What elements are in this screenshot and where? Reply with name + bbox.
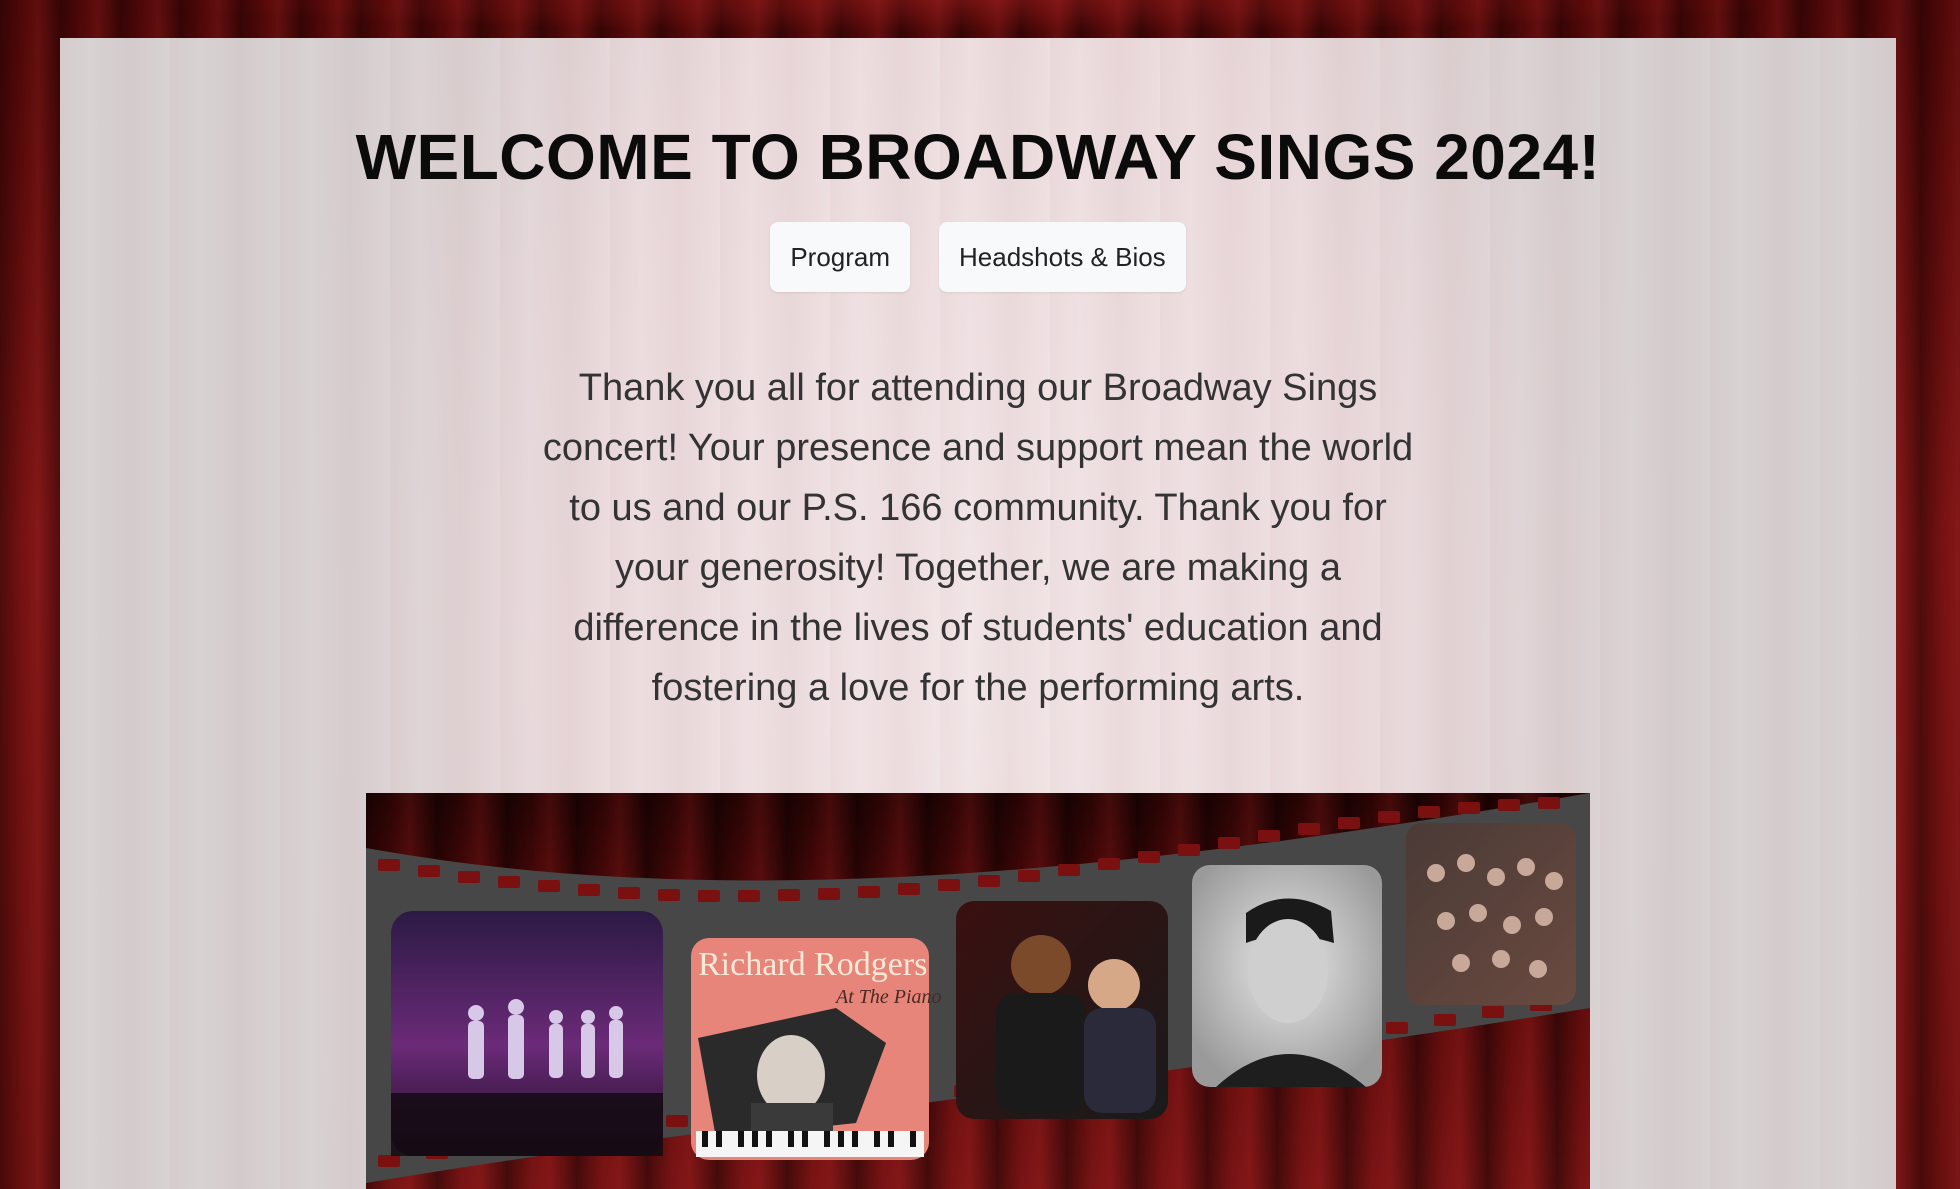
- album-subtitle: At The Piano: [834, 986, 942, 1008]
- singers-duet-photo: [956, 901, 1168, 1119]
- student-audience-photo: [1406, 823, 1576, 1005]
- page-title: WELCOME TO BROADWAY SINGS 2024!: [355, 121, 1601, 193]
- headshots-bios-button[interactable]: Headshots & Bios: [939, 222, 1186, 292]
- program-button[interactable]: Program: [770, 222, 911, 292]
- nav-buttons: Program Headshots & Bios: [60, 222, 1896, 292]
- portrait-photo: [1192, 865, 1382, 1087]
- album-title: Richard Rodgers: [698, 946, 927, 983]
- intro-text: Thank you all for attending our Broadway…: [542, 367, 1414, 709]
- curtain-top: [0, 0, 1960, 38]
- richard-rodgers-album-cover: Richard Rodgers At The Piano: [691, 938, 942, 1160]
- film-strip-banner: Richard Rodgers At The Piano: [366, 793, 1590, 1189]
- film-strip-graphic: Richard Rodgers At The Piano: [366, 793, 1590, 1183]
- concert-stage-photo: [391, 911, 663, 1156]
- page-panel: WELCOME TO BROADWAY SINGS 2024! Program …: [60, 38, 1896, 1189]
